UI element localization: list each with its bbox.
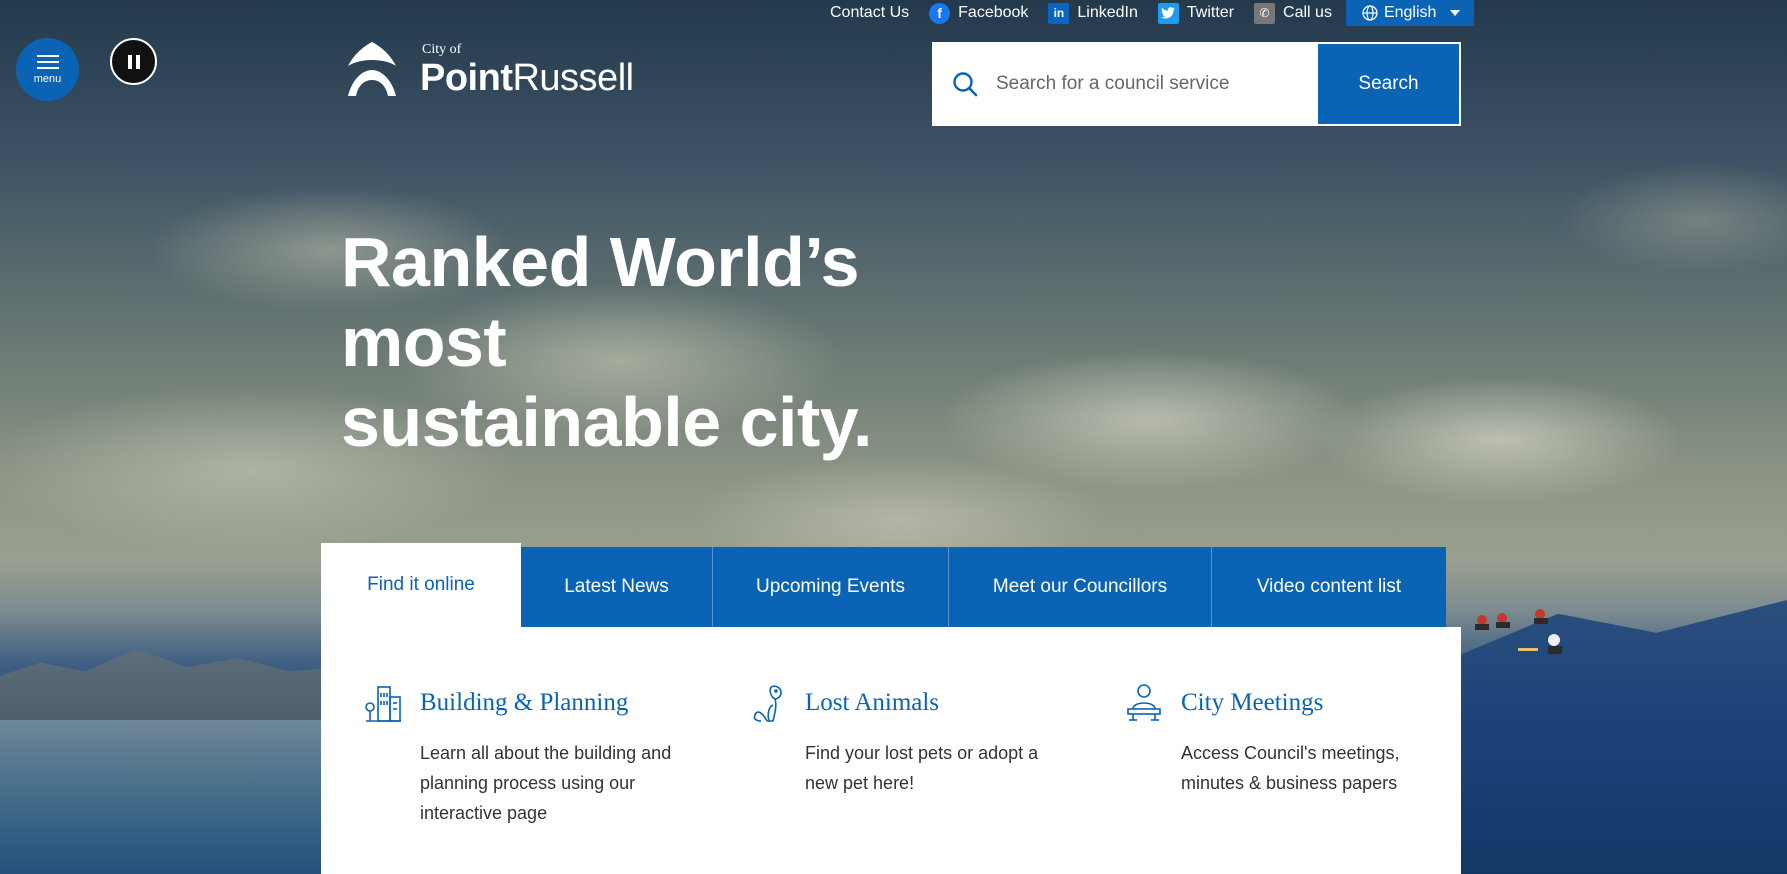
tab-latest-news[interactable]: Latest News (521, 547, 713, 627)
linkedin-icon: in (1048, 2, 1070, 24)
call-us-label: Call us (1283, 4, 1332, 21)
mountains (0, 649, 340, 730)
content-tabs: Find it online Latest News Upcoming Even… (321, 543, 1446, 627)
tab-panel-find-it-online: Building & Planning Learn all about the … (321, 627, 1461, 874)
tab-upcoming-events[interactable]: Upcoming Events (713, 547, 949, 627)
surfers (1475, 609, 1562, 654)
twitter-label: Twitter (1186, 4, 1235, 21)
hamburger-icon (36, 54, 59, 69)
building-icon (365, 686, 401, 722)
tab-video-content-list[interactable]: Video content list (1212, 547, 1446, 627)
twitter-link[interactable]: Twitter (1148, 0, 1244, 26)
tab-find-it-online[interactable]: Find it online (321, 543, 521, 627)
dog-icon (753, 685, 782, 722)
search-input[interactable] (996, 73, 1318, 95)
phone-icon: ✆ (1254, 2, 1276, 24)
contact-us-link[interactable]: Contact Us (820, 0, 919, 26)
language-selector[interactable]: English (1345, 0, 1475, 26)
globe-icon (1362, 5, 1378, 21)
call-us-link[interactable]: ✆ Call us (1244, 0, 1342, 26)
language-label: English (1383, 4, 1437, 21)
menu-label: menu (33, 72, 62, 85)
card-title[interactable]: City Meetings (1181, 688, 1323, 718)
pause-icon (127, 54, 132, 69)
site-logo[interactable]: City of PointRussell (346, 40, 634, 98)
card-description: Learn all about the building and plannin… (420, 743, 672, 823)
card-description: Find your lost pets or adopt a new pet h… (805, 743, 1039, 793)
card-title[interactable]: Lost Animals (805, 688, 939, 718)
sea-left (0, 720, 330, 874)
card-building-planning[interactable]: Building & Planning Learn all about the … (321, 683, 695, 874)
headline-line-2: sustainable city. (341, 383, 872, 461)
card-title[interactable]: Building & Planning (420, 688, 628, 718)
search-button[interactable]: Search (1318, 44, 1459, 124)
twitter-icon (1157, 2, 1179, 24)
facebook-icon: f (929, 2, 951, 24)
utility-bar: Contact Us f Facebook in LinkedIn Twitter … (820, 0, 1475, 26)
hero-headline: Ranked World’s most sustainable city. (341, 222, 1041, 462)
contact-us-label: Contact Us (830, 4, 910, 21)
chevron-down-icon (1450, 10, 1461, 16)
search-icon (953, 72, 978, 97)
pause-video-button[interactable] (110, 38, 157, 85)
headline-line-1: Ranked World’s most (341, 223, 860, 381)
meeting-icon (1127, 684, 1161, 721)
card-lost-animals[interactable]: Lost Animals Find your lost pets or adop… (695, 683, 1069, 874)
facebook-link[interactable]: f Facebook (919, 0, 1038, 26)
linkedin-link[interactable]: in LinkedIn (1038, 0, 1148, 26)
search-form: Search (932, 42, 1461, 126)
linkedin-label: LinkedIn (1077, 4, 1138, 21)
card-city-meetings[interactable]: City Meetings Access Council's meetings,… (1069, 683, 1443, 874)
card-description: Access Council's meetings, minutes & bus… (1181, 743, 1400, 793)
facebook-label: Facebook (958, 4, 1029, 21)
logo-name: PointRussell (420, 57, 634, 99)
logo-mark-icon (348, 42, 396, 96)
menu-button[interactable]: menu (16, 38, 79, 101)
tab-meet-our-councillors[interactable]: Meet our Councillors (949, 547, 1212, 627)
logo-city-of: City of (422, 42, 462, 57)
